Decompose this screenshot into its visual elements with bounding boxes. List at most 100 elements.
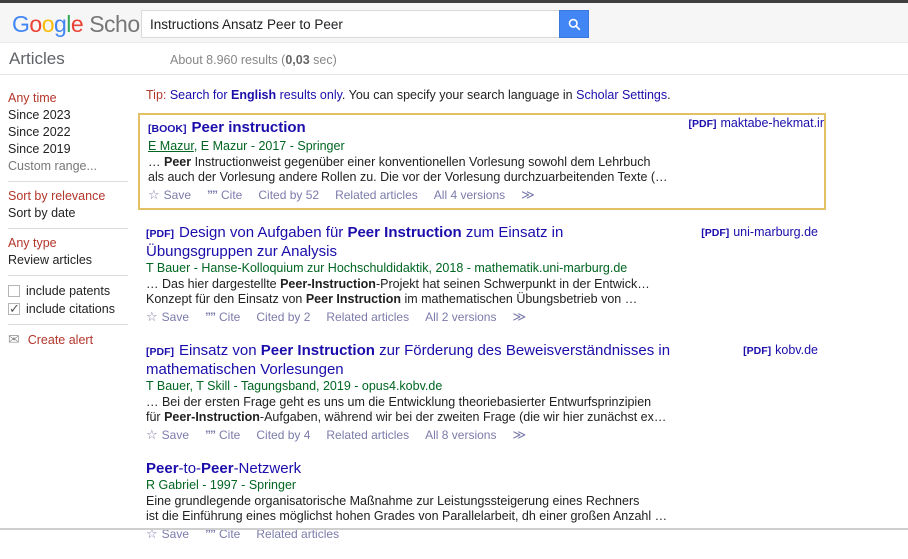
- cited-by-link[interactable]: Cited by 52: [258, 188, 319, 202]
- authors-text: T Bauer, T Skill - Tagungsband, 2019 - o…: [146, 379, 442, 393]
- sidebar: Any timeSince 2023Since 2022Since 2019Cu…: [8, 90, 138, 348]
- related-articles-link[interactable]: Related articles: [335, 188, 418, 202]
- result-side-link: [PDF] kobv.de: [743, 343, 818, 357]
- more-double-chevron-icon[interactable]: ≫: [521, 188, 535, 202]
- star-icon: ☆: [148, 187, 160, 202]
- pdf-source-link[interactable]: kobv.de: [775, 343, 818, 357]
- snippet-line: als auch der Vorlesung andere Rollen zu.…: [148, 170, 673, 185]
- sidebar-item-type-1[interactable]: Review articles: [8, 252, 138, 269]
- page-title: Articles: [9, 49, 65, 69]
- result-authors: T Bauer, T Skill - Tagungsband, 2019 - o…: [146, 379, 671, 393]
- tip-label: Tip:: [146, 88, 166, 102]
- sidebar-item-time-4[interactable]: Custom range...: [8, 158, 138, 175]
- sidebar-item-type-0[interactable]: Any type: [8, 235, 138, 252]
- sidebar-checkbox-citations[interactable]: ✓include citations: [8, 300, 138, 318]
- pdf-tag: [PDF]: [743, 345, 771, 357]
- envelope-icon: ✉: [8, 331, 20, 348]
- sidebar-item-time-1[interactable]: Since 2023: [8, 107, 138, 124]
- create-alert-button[interactable]: ✉Create alert: [8, 331, 138, 348]
- sidebar-item-time-0[interactable]: Any time: [8, 90, 138, 107]
- result-snippet: … Bei der ersten Frage geht es uns um di…: [146, 395, 671, 425]
- sidebar-divider: [8, 275, 128, 276]
- cited-by-link[interactable]: Cited by 2: [256, 310, 310, 324]
- check-mark-icon: ✓: [9, 300, 20, 318]
- versions-link[interactable]: All 4 versions: [434, 188, 505, 202]
- double-quote-icon: ””: [205, 428, 215, 442]
- sidebar-item-time-3[interactable]: Since 2019: [8, 141, 138, 158]
- snippet-line: ist die Einführung eines möglichst hohen…: [146, 509, 671, 524]
- checkbox-icon: ✓: [8, 303, 20, 315]
- result-item: [BOOK]Peer instructionE Mazur, E Mazur -…: [138, 113, 826, 210]
- result-authors: R Gabriel - 1997 - Springer: [146, 478, 671, 492]
- related-articles-link[interactable]: Related articles: [326, 310, 409, 324]
- result-authors: T Bauer - Hanse-Kolloquium zur Hochschul…: [146, 261, 671, 275]
- search-button[interactable]: [559, 10, 589, 38]
- snippet-line: … Peer Instructionweist gegenüber einer …: [148, 155, 673, 170]
- search-tip: Tip: Search for English results only. Yo…: [146, 88, 818, 103]
- result-snippet: … Das hier dargestellte Peer-Instruction…: [146, 277, 671, 307]
- authors-text: , E Mazur - 2017 - Springer: [194, 139, 345, 153]
- save-button[interactable]: ☆Save: [146, 428, 189, 442]
- pdf-source-link[interactable]: maktabe-hekmat.ir: [720, 116, 824, 130]
- header: GoogleScholar: [0, 3, 908, 43]
- result-snippet: Eine grundlegende organisatorische Maßna…: [146, 494, 671, 524]
- snippet-line: … Bei der ersten Frage geht es uns um di…: [146, 395, 671, 410]
- stats-bar: Articles About 8.960 results (0,03 sec): [0, 43, 908, 75]
- cited-by-link[interactable]: Cited by 4: [256, 428, 310, 442]
- result-side-link: [PDF]uni-marburg.de: [701, 225, 818, 239]
- pdf-source-link[interactable]: uni-marburg.de: [733, 225, 818, 239]
- result-side-link: [PDF] maktabe-hekmat.ir: [688, 116, 824, 130]
- cite-button[interactable]: ””Cite: [205, 428, 240, 442]
- more-double-chevron-icon[interactable]: ≫: [512, 428, 526, 442]
- versions-link[interactable]: All 8 versions: [425, 428, 496, 442]
- sidebar-divider: [8, 324, 128, 325]
- english-results-link[interactable]: Search for English results only: [166, 88, 342, 102]
- sidebar-item-time-2[interactable]: Since 2022: [8, 124, 138, 141]
- checkbox-icon: [8, 285, 20, 297]
- scholar-settings-link[interactable]: Scholar Settings: [576, 88, 667, 102]
- result-title-link[interactable]: [BOOK]Peer instruction: [148, 119, 673, 138]
- results-list: [BOOK]Peer instructionE Mazur, E Mazur -…: [146, 113, 818, 541]
- result-title-link[interactable]: Peer-to-Peer-Netzwerk: [146, 460, 671, 477]
- sidebar-divider: [8, 181, 128, 182]
- star-icon: ☆: [146, 309, 158, 324]
- result-actions: ☆Save ””Cite Cited by 2 Related articles All…: [146, 310, 671, 324]
- snippet-line: Konzept für den Einsatz von Peer Instruc…: [146, 292, 671, 307]
- save-button[interactable]: ☆Save: [146, 310, 189, 324]
- result-item: [PDF]Design von Aufgaben für Peer Instru…: [146, 224, 818, 324]
- result-item: [PDF]Einsatz von Peer Instruction zur Fö…: [146, 342, 818, 442]
- result-type-tag: [BOOK]: [148, 123, 187, 135]
- result-actions: ☆Save ””Cite Cited by 4 Related articles All…: [146, 428, 671, 442]
- author-link[interactable]: E Mazur: [148, 139, 194, 153]
- versions-link[interactable]: All 2 versions: [425, 310, 496, 324]
- google-logo: Google: [12, 11, 83, 37]
- authors-text: R Gabriel - 1997 - Springer: [146, 478, 296, 492]
- more-double-chevron-icon[interactable]: ≫: [512, 310, 526, 324]
- snippet-line: … Das hier dargestellte Peer-Instruction…: [146, 277, 671, 292]
- sidebar-divider: [8, 228, 128, 229]
- result-snippet: … Peer Instructionweist gegenüber einer …: [148, 155, 673, 185]
- save-button[interactable]: ☆Save: [148, 188, 191, 202]
- snippet-line: für Peer-Instruction-Aufgaben, während w…: [146, 410, 671, 425]
- checkbox-label: include patents: [26, 282, 110, 300]
- result-title-link[interactable]: [PDF]Design von Aufgaben für Peer Instru…: [146, 224, 671, 260]
- search-input[interactable]: [141, 10, 559, 38]
- star-icon: ☆: [146, 427, 158, 442]
- result-title-link[interactable]: [PDF]Einsatz von Peer Instruction zur Fö…: [146, 342, 671, 378]
- results-stats: About 8.960 results (0,03 sec): [170, 53, 337, 67]
- cite-button[interactable]: ””Cite: [207, 188, 242, 202]
- related-articles-link[interactable]: Related articles: [326, 428, 409, 442]
- result-main: [PDF]Einsatz von Peer Instruction zur Fö…: [146, 342, 671, 442]
- result-main: [BOOK]Peer instructionE Mazur, E Mazur -…: [148, 119, 673, 202]
- main-column: Tip: Search for English results only. Yo…: [146, 88, 818, 559]
- pdf-tag: [PDF]: [688, 118, 716, 130]
- cite-button[interactable]: ””Cite: [205, 310, 240, 324]
- sidebar-item-sort-0[interactable]: Sort by relevance: [8, 188, 138, 205]
- authors-text: T Bauer - Hanse-Kolloquium zur Hochschul…: [146, 261, 627, 275]
- sidebar-checkbox-patents[interactable]: include patents: [8, 282, 138, 300]
- sidebar-item-sort-1[interactable]: Sort by date: [8, 205, 138, 222]
- double-quote-icon: ””: [207, 188, 217, 202]
- result-main: [PDF]Design von Aufgaben für Peer Instru…: [146, 224, 671, 324]
- result-type-tag: [PDF]: [146, 346, 174, 358]
- snippet-line: Eine grundlegende organisatorische Maßna…: [146, 494, 671, 509]
